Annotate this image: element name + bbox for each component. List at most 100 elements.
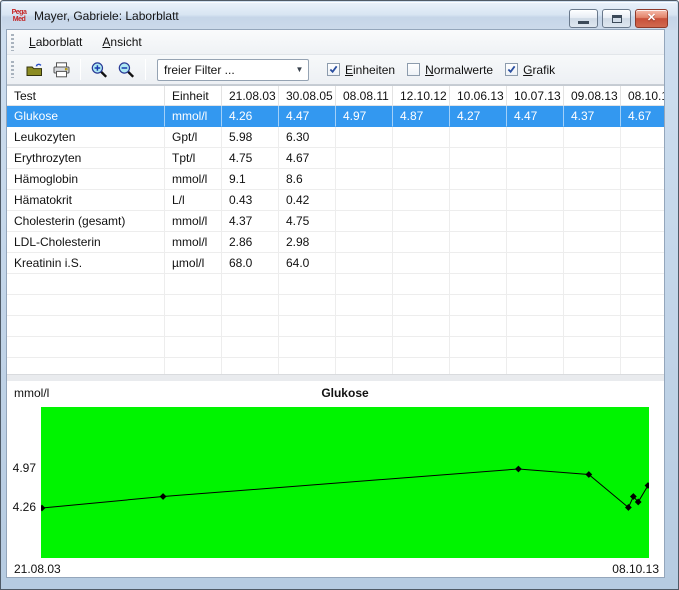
checkbox-box[interactable] (407, 63, 420, 76)
close-button[interactable]: ✕ (635, 9, 668, 28)
table-empty-row[interactable] (7, 358, 664, 374)
menu-item-laborblatt[interactable]: Laborblatt (21, 31, 90, 53)
table-cell (279, 295, 336, 316)
app-logo-icon: Pega Med (9, 9, 29, 23)
table-cell (507, 148, 564, 169)
titlebar[interactable]: Pega Med Mayer, Gabriele: Laborblatt ✕ (2, 2, 677, 30)
table-cell (336, 127, 393, 148)
column-header: Test (7, 86, 165, 106)
table-cell (621, 232, 664, 253)
table-cell (507, 358, 564, 374)
chevron-down-icon[interactable]: ▼ (291, 65, 308, 74)
table-cell: 2.98 (279, 232, 336, 253)
table-empty-row[interactable] (7, 274, 664, 295)
checkbox-box[interactable] (327, 63, 340, 76)
table-empty-row[interactable] (7, 295, 664, 316)
checkbox-normalwerte[interactable]: Normalwerte (407, 63, 493, 77)
table-cell (336, 253, 393, 274)
maximize-button[interactable] (602, 9, 631, 28)
table-cell (222, 316, 279, 337)
table-cell: 68.0 (222, 253, 279, 274)
table-header-row: TestEinheit21.08.0330.08.0508.08.1112.10… (7, 86, 664, 106)
window-controls: ✕ (569, 9, 668, 28)
table-row[interactable]: LeukozytenGpt/l5.986.30 (7, 127, 664, 148)
column-header: Einheit (165, 86, 222, 106)
table-cell (621, 316, 664, 337)
chart-panel: mmol/l Glukose 4.97 4.26 21.08.03 08.10.… (7, 381, 664, 577)
table-cell (564, 358, 621, 374)
table-cell (621, 337, 664, 358)
table-row[interactable]: Cholesterin (gesamt)mmol/l4.374.75 (7, 211, 664, 232)
table-cell (621, 169, 664, 190)
table-cell (621, 358, 664, 374)
open-button[interactable] (22, 58, 47, 81)
table-cell (7, 274, 165, 295)
table-cell: Erythrozyten (7, 148, 165, 169)
table-cell: 4.37 (222, 211, 279, 232)
y-axis-tick-label: 4.26 (7, 500, 36, 514)
table-row[interactable]: HämatokritL/l0.430.42 (7, 190, 664, 211)
column-header: 12.10.12 (393, 86, 450, 106)
x-axis-start-label: 21.08.03 (14, 562, 61, 576)
table-row[interactable]: LDL-Cholesterinmmol/l2.862.98 (7, 232, 664, 253)
checkbox-grafik[interactable]: Grafik (505, 63, 555, 77)
splitter-handle[interactable] (7, 374, 664, 381)
table-cell (222, 295, 279, 316)
table-cell (222, 358, 279, 374)
table-cell (450, 232, 507, 253)
lab-results-table: TestEinheit21.08.0330.08.0508.08.1112.10… (7, 85, 664, 374)
table-cell (564, 211, 621, 232)
table-cell (393, 274, 450, 295)
table-row[interactable]: Glukosemmol/l4.264.474.974.874.274.474.3… (7, 106, 664, 127)
toolbar-grip-handle[interactable] (11, 61, 14, 78)
table-cell (165, 337, 222, 358)
table-cell (393, 253, 450, 274)
table-cell (621, 274, 664, 295)
zoom-out-icon (117, 61, 136, 79)
table-cell (336, 190, 393, 211)
table-cell (621, 148, 664, 169)
table-cell (564, 232, 621, 253)
checkbox-box[interactable] (505, 63, 518, 76)
table-cell (222, 274, 279, 295)
table-cell (564, 190, 621, 211)
table-cell: 8.6 (279, 169, 336, 190)
table-cell (450, 358, 507, 374)
table-cell: µmol/l (165, 253, 222, 274)
checkbox-einheiten[interactable]: Einheiten (327, 63, 395, 77)
zoom-out-button[interactable] (114, 58, 139, 81)
table-cell (279, 316, 336, 337)
menu-item-ansicht[interactable]: Ansicht (94, 31, 149, 53)
table-cell (336, 337, 393, 358)
table-cell (450, 316, 507, 337)
table-cell: 2.86 (222, 232, 279, 253)
toolbar-checkboxes: Einheiten Normalwerte Grafik (315, 63, 555, 77)
filter-combobox[interactable]: freier Filter ... ▼ (157, 59, 309, 81)
column-header: 09.08.13 (564, 86, 621, 106)
table-row[interactable]: Kreatinin i.S.µmol/l68.064.0 (7, 253, 664, 274)
toolbar: freier Filter ... ▼ Einheiten Normalwerte… (7, 55, 664, 85)
table-cell (564, 169, 621, 190)
table-cell: 4.67 (621, 106, 664, 127)
zoom-in-button[interactable] (87, 58, 112, 81)
table-row[interactable]: Hämoglobinmmol/l9.18.6 (7, 169, 664, 190)
table-cell: mmol/l (165, 169, 222, 190)
table-cell (165, 358, 222, 374)
table-cell (621, 295, 664, 316)
window-title: Mayer, Gabriele: Laborblatt (34, 9, 179, 23)
client-area: LaborblattAnsicht (7, 30, 664, 577)
table-empty-row[interactable] (7, 337, 664, 358)
table-cell (393, 148, 450, 169)
print-button[interactable] (49, 58, 74, 81)
minimize-button[interactable] (569, 9, 598, 28)
table-empty-row[interactable] (7, 316, 664, 337)
menubar-grip-handle[interactable] (11, 34, 14, 51)
table-cell (507, 253, 564, 274)
table-cell (621, 253, 664, 274)
table-row[interactable]: ErythrozytenTpt/l4.754.67 (7, 148, 664, 169)
table-cell (450, 337, 507, 358)
table-cell (279, 358, 336, 374)
table-cell (621, 190, 664, 211)
table-cell (7, 358, 165, 374)
table-cell: Tpt/l (165, 148, 222, 169)
